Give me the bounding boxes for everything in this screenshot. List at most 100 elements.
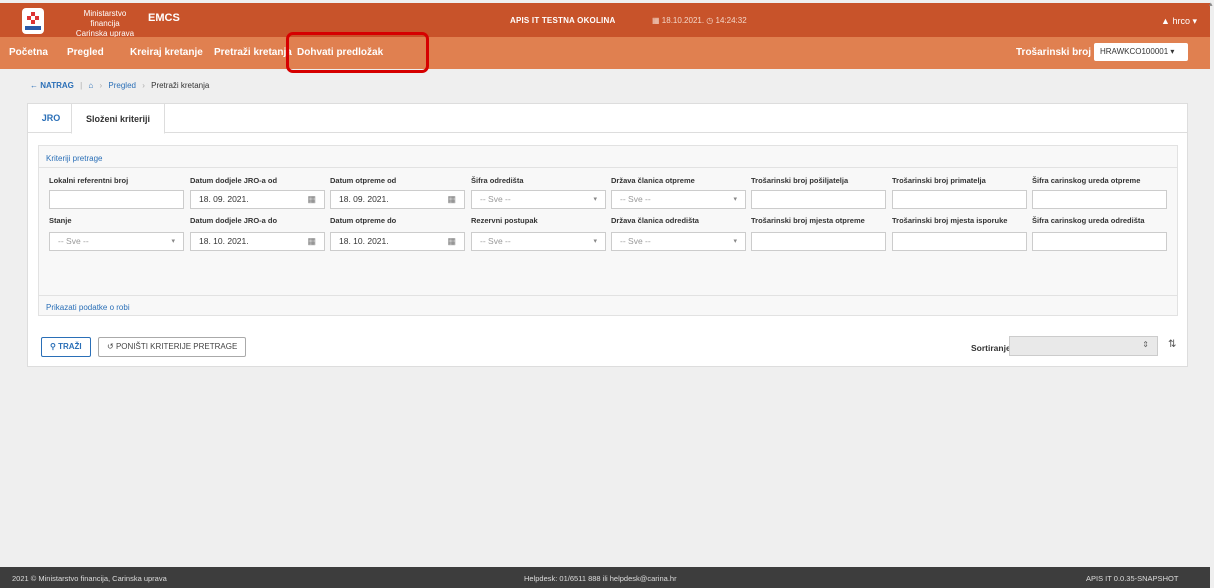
- nav-item-pocetna[interactable]: Početna: [9, 47, 48, 58]
- status-select[interactable]: -- Sve -- ▾: [49, 232, 184, 251]
- fallback-procedure-value: -- Sve --: [480, 236, 511, 246]
- tab-slozeni-kriteriji[interactable]: Složeni kriteriji: [71, 103, 165, 134]
- search-button[interactable]: ⚲ TRAŽI: [41, 337, 91, 357]
- label-destination-code: Šifra odredišta: [471, 176, 524, 185]
- home-icon[interactable]: ⌂: [88, 81, 93, 90]
- sort-label: Sortiranje: [971, 343, 1011, 353]
- dispatch-date-to-value: 18. 10. 2021.: [339, 236, 389, 246]
- label-fallback-procedure: Rezervni postupak: [471, 216, 538, 225]
- excise-number-label: Trošarinski broj: [1016, 47, 1092, 58]
- criteria-box: [38, 145, 1178, 316]
- label-place-of-delivery: Trošarinski broj mjesta isporuke: [892, 216, 1008, 225]
- user-menu[interactable]: ▲ hrco ▾: [1161, 16, 1197, 27]
- ministry-name: Ministarstvo financija Carinska uprava: [74, 9, 136, 39]
- back-link[interactable]: ← NATRAG: [30, 81, 74, 90]
- label-destination-member-state: Država članica odredišta: [611, 216, 699, 225]
- jro-date-to-input[interactable]: 18. 10. 2021. ▦: [190, 232, 325, 251]
- jro-date-to-value: 18. 10. 2021.: [199, 236, 249, 246]
- select-arrows-icon: ⇕: [1142, 340, 1149, 349]
- label-dispatch-member-state: Država članica otpreme: [611, 176, 695, 185]
- clock-icon: ◷: [706, 16, 714, 25]
- sort-select[interactable]: ⇕: [1009, 336, 1158, 356]
- label-consignor-excise: Trošarinski broj pošiljatelja: [751, 176, 849, 185]
- time-text: 14:24:32: [715, 16, 747, 25]
- consignee-excise-input[interactable]: [892, 190, 1027, 209]
- coat-of-arms-icon: [22, 8, 44, 34]
- user-name: hrco: [1172, 16, 1190, 26]
- tab-bar: JRO Složeni kriteriji: [27, 103, 1188, 134]
- footer: 2021 © Ministarstvo financija, Carinska …: [0, 567, 1210, 588]
- status-value: -- Sve --: [58, 236, 89, 246]
- nav-item-pregled[interactable]: Pregled: [67, 47, 104, 58]
- calendar-icon: ▦: [652, 16, 660, 25]
- nav-item-pretrazi[interactable]: Pretraži kretanja: [214, 47, 292, 58]
- chevron-down-icon: ▾: [1192, 16, 1197, 26]
- app-name: EMCS: [148, 12, 180, 24]
- jro-date-from-input[interactable]: 18. 09. 2021. ▦: [190, 190, 325, 209]
- search-button-label: TRAŽI: [58, 342, 82, 351]
- label-dispatch-date-from: Datum otpreme od: [330, 176, 397, 185]
- scroll-up-icon[interactable]: ▴: [1209, 0, 1213, 8]
- nav-item-kreiraj[interactable]: Kreiraj kretanje: [130, 47, 203, 58]
- label-status: Stanje: [49, 216, 72, 225]
- consignor-excise-input[interactable]: [751, 190, 886, 209]
- calendar-icon[interactable]: ▦: [447, 233, 456, 250]
- chevron-down-icon: ▾: [733, 196, 737, 203]
- chevron-down-icon: ▾: [1170, 47, 1175, 56]
- divider: |: [80, 81, 83, 90]
- footer-helpdesk: Helpdesk: 01/6511 888 ili helpdesk@carin…: [524, 574, 677, 583]
- calendar-icon[interactable]: ▦: [447, 191, 456, 208]
- label-consignee-excise: Trošarinski broj primatelja: [892, 176, 986, 185]
- chevron-down-icon: ▾: [593, 238, 597, 245]
- reset-criteria-button[interactable]: ↺ PONIŠTI KRITERIJE PRETRAGE: [98, 337, 247, 357]
- label-place-of-dispatch: Trošarinski broj mjesta otpreme: [751, 216, 865, 225]
- reset-button-label: PONIŠTI KRITERIJE PRETRAGE: [115, 342, 238, 351]
- destination-code-value: -- Sve --: [480, 194, 511, 204]
- footer-copyright: 2021 © Ministarstvo financija, Carinska …: [12, 574, 167, 583]
- calendar-icon[interactable]: ▦: [307, 233, 316, 250]
- date-text: 18.10.2021.: [661, 16, 705, 25]
- place-of-delivery-input[interactable]: [892, 232, 1027, 251]
- dispatch-date-from-input[interactable]: 18. 09. 2021. ▦: [330, 190, 465, 209]
- label-lrn: Lokalni referentni broj: [49, 176, 129, 185]
- destination-member-state-value: -- Sve --: [620, 236, 651, 246]
- breadcrumb: ← NATRAG | ⌂ › Pregled › Pretraži kretan…: [30, 81, 209, 90]
- user-icon: ▲: [1161, 16, 1170, 26]
- datetime: ▦ 18.10.2021. ◷ 14:24:32: [652, 16, 747, 25]
- dispatch-office-input[interactable]: [1032, 190, 1167, 209]
- ministry-line-1: Ministarstvo financija: [83, 9, 127, 28]
- dispatch-member-state-select[interactable]: -- Sve -- ▾: [611, 190, 746, 209]
- label-dispatch-office: Šifra carinskog ureda otpreme: [1032, 176, 1141, 185]
- label-dispatch-date-to: Datum otpreme do: [330, 216, 397, 225]
- destination-office-input[interactable]: [1032, 232, 1167, 251]
- place-of-dispatch-input[interactable]: [751, 232, 886, 251]
- criteria-title[interactable]: Kriteriji pretrage: [38, 148, 1178, 168]
- chevron-down-icon: ▾: [171, 238, 175, 245]
- dispatch-member-state-value: -- Sve --: [620, 194, 651, 204]
- show-goods-link[interactable]: Prikazati podatke o robi: [38, 295, 1178, 317]
- dispatch-date-from-value: 18. 09. 2021.: [339, 194, 389, 204]
- sort-direction-icon[interactable]: ⇅: [1168, 339, 1176, 350]
- calendar-icon[interactable]: ▦: [307, 191, 316, 208]
- label-jro-date-from: Datum dodjele JRO-a od: [190, 176, 278, 185]
- excise-number-value: HRAWKCO100001: [1100, 47, 1169, 56]
- chevron-down-icon: ▾: [593, 196, 597, 203]
- jro-date-from-value: 18. 09. 2021.: [199, 194, 249, 204]
- breadcrumb-current: Pretraži kretanja: [151, 81, 210, 90]
- dispatch-date-to-input[interactable]: 18. 10. 2021. ▦: [330, 232, 465, 251]
- tab-jro[interactable]: JRO: [33, 103, 69, 133]
- search-icon: ⚲: [50, 342, 56, 351]
- chevron-down-icon: ▾: [733, 238, 737, 245]
- lrn-input[interactable]: [49, 190, 184, 209]
- chevron-right-icon: ›: [99, 81, 103, 90]
- breadcrumb-pregled[interactable]: Pregled: [108, 81, 136, 90]
- environment-label: APIS IT TESTNA OKOLINA: [510, 16, 616, 25]
- label-destination-office: Šifra carinskog ureda odredišta: [1032, 216, 1145, 225]
- highlight-box: [286, 32, 429, 73]
- destination-member-state-select[interactable]: -- Sve -- ▾: [611, 232, 746, 251]
- fallback-procedure-select[interactable]: -- Sve -- ▾: [471, 232, 606, 251]
- destination-code-select[interactable]: -- Sve -- ▾: [471, 190, 606, 209]
- chevron-right-icon: ›: [142, 81, 145, 90]
- excise-number-select[interactable]: HRAWKCO100001 ▾: [1094, 43, 1188, 61]
- undo-icon: ↺: [107, 342, 114, 351]
